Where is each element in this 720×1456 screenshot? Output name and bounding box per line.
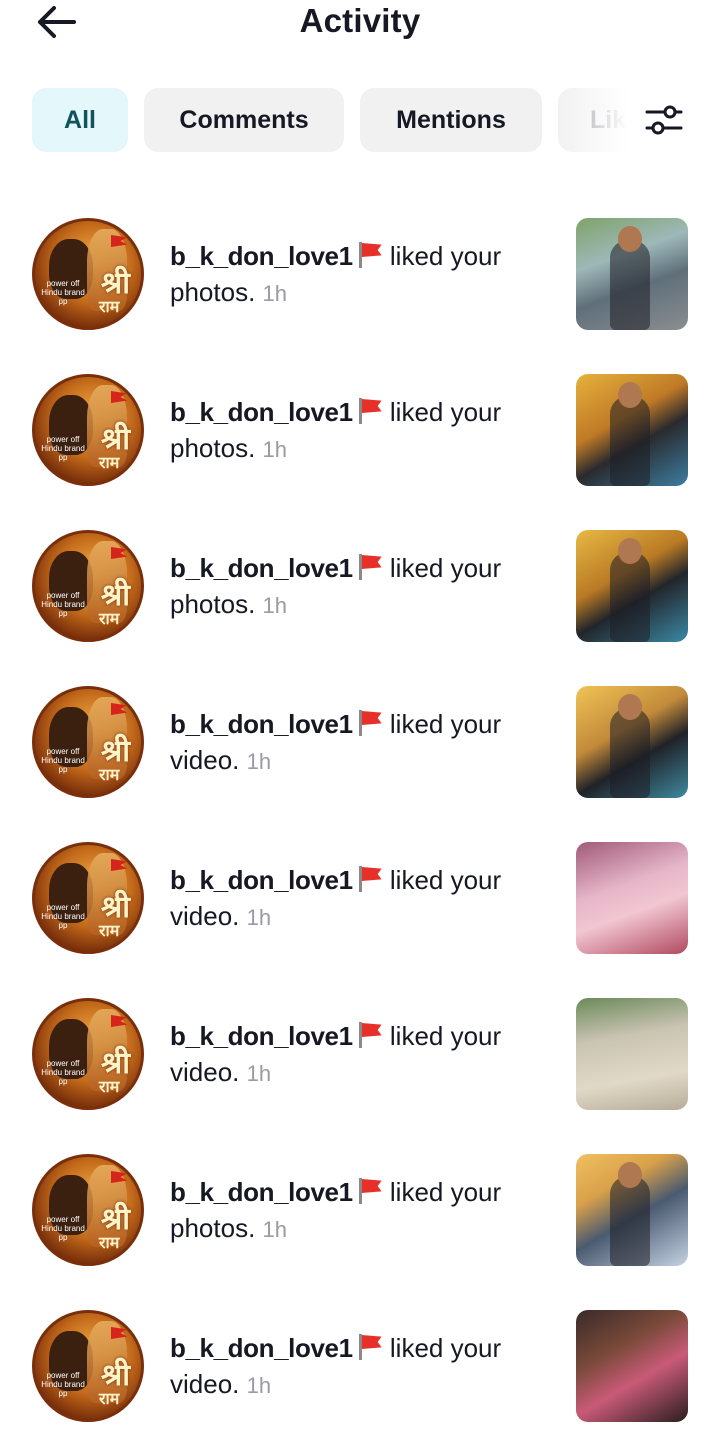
post-thumbnail[interactable] [576,842,688,954]
timestamp: 1h [262,1217,288,1242]
list-item[interactable]: power off Hindu brand pp श्री राम b_k_do… [0,530,720,686]
username[interactable]: b_k_don_love1 [170,241,353,271]
avatar-glyph-sub: राम [99,1389,120,1408]
timestamp: 1h [246,749,272,774]
avatar-glyph-sub: राम [99,453,120,472]
username[interactable]: b_k_don_love1 [170,553,353,583]
avatar-caption: power off Hindu brand pp [41,1215,85,1242]
post-thumbnail[interactable] [576,686,688,798]
action-text: liked your [389,1333,502,1363]
avatar-glyph-sub: राम [99,1233,120,1252]
avatar[interactable]: power off Hindu brand pp श्री राम [32,218,144,330]
avatar-caption: power off Hindu brand pp [41,1059,85,1086]
list-item[interactable]: power off Hindu brand pp श्री राम b_k_do… [0,374,720,530]
notification-text: b_k_don_love1 liked your photos. 1h [170,238,550,312]
avatar[interactable]: power off Hindu brand pp श्री राम [32,1154,144,1266]
tab-likes[interactable]: Like [558,88,632,152]
avatar-glyph-sub: राम [99,921,120,940]
red-flag-icon [355,396,383,424]
timestamp: 1h [262,593,288,618]
notification-text: b_k_don_love1 liked your photos. 1h [170,1174,550,1248]
filter-button[interactable] [640,98,688,142]
username[interactable]: b_k_don_love1 [170,1333,353,1363]
username[interactable]: b_k_don_love1 [170,865,353,895]
avatar[interactable]: power off Hindu brand pp श्री राम [32,374,144,486]
list-item[interactable]: power off Hindu brand pp श्री राम b_k_do… [0,842,720,998]
avatar-glyph-sub: राम [99,609,120,628]
notification-text: b_k_don_love1 liked your video. 1h [170,862,550,936]
avatar-caption: power off Hindu brand pp [41,279,85,306]
object-text: photos. [170,433,256,463]
timestamp: 1h [262,437,288,462]
red-flag-icon [355,552,383,580]
notification-list: power off Hindu brand pp श्री राम b_k_do… [0,218,720,1456]
list-item[interactable]: power off Hindu brand pp श्री राम b_k_do… [0,1154,720,1310]
avatar-glyph-sub: राम [99,765,120,784]
post-thumbnail[interactable] [576,1154,688,1266]
post-thumbnail[interactable] [576,374,688,486]
avatar-caption: power off Hindu brand pp [41,903,85,930]
action-text: liked your [389,1177,502,1207]
red-flag-icon [355,864,383,892]
page-title: Activity [299,2,421,39]
action-text: liked your [389,397,502,427]
object-text: photos. [170,277,256,307]
action-text: liked your [389,241,502,271]
list-item[interactable]: power off Hindu brand pp श्री राम b_k_do… [0,686,720,842]
username[interactable]: b_k_don_love1 [170,1021,353,1051]
notification-text: b_k_don_love1 liked your video. 1h [170,1018,550,1092]
red-flag-icon [355,708,383,736]
action-text: liked your [389,709,502,739]
avatar[interactable]: power off Hindu brand pp श्री राम [32,530,144,642]
avatar[interactable]: power off Hindu brand pp श्री राम [32,842,144,954]
filter-tabs: All Comments Mentions Like [32,88,632,152]
object-text: video. [170,1057,240,1087]
username[interactable]: b_k_don_love1 [170,397,353,427]
tab-comments[interactable]: Comments [144,88,344,152]
notification-text: b_k_don_love1 liked your photos. 1h [170,394,550,468]
red-flag-icon [355,1020,383,1048]
username[interactable]: b_k_don_love1 [170,1177,353,1207]
action-text: liked your [389,865,502,895]
avatar[interactable]: power off Hindu brand pp श्री राम [32,686,144,798]
tab-mentions[interactable]: Mentions [360,88,542,152]
list-item[interactable]: power off Hindu brand pp श्री राम b_k_do… [0,218,720,374]
object-text: photos. [170,589,256,619]
timestamp: 1h [262,281,288,306]
avatar[interactable]: power off Hindu brand pp श्री राम [32,998,144,1110]
post-thumbnail[interactable] [576,530,688,642]
tab-all[interactable]: All [32,88,128,152]
notification-text: b_k_don_love1 liked your video. 1h [170,706,550,780]
object-text: photos. [170,1213,256,1243]
object-text: video. [170,745,240,775]
avatar-caption: power off Hindu brand pp [41,1371,85,1398]
red-flag-icon [355,1176,383,1204]
avatar-glyph-sub: राम [99,297,120,316]
post-thumbnail[interactable] [576,1310,688,1422]
red-flag-icon [355,1332,383,1360]
header: Activity [0,0,720,48]
list-item[interactable]: power off Hindu brand pp श्री राम b_k_do… [0,998,720,1154]
avatar-caption: power off Hindu brand pp [41,435,85,462]
avatar[interactable]: power off Hindu brand pp श्री राम [32,1310,144,1422]
object-text: video. [170,1369,240,1399]
timestamp: 1h [246,1061,272,1086]
action-text: liked your [389,553,502,583]
timestamp: 1h [246,1373,272,1398]
object-text: video. [170,901,240,931]
notification-text: b_k_don_love1 liked your video. 1h [170,1330,550,1404]
post-thumbnail[interactable] [576,218,688,330]
sliders-filter-icon [645,105,683,135]
timestamp: 1h [246,905,272,930]
avatar-caption: power off Hindu brand pp [41,747,85,774]
avatar-caption: power off Hindu brand pp [41,591,85,618]
notification-text: b_k_don_love1 liked your photos. 1h [170,550,550,624]
post-thumbnail[interactable] [576,998,688,1110]
avatar-glyph-sub: राम [99,1077,120,1096]
username[interactable]: b_k_don_love1 [170,709,353,739]
red-flag-icon [355,240,383,268]
action-text: liked your [389,1021,502,1051]
list-item[interactable]: power off Hindu brand pp श्री राम b_k_do… [0,1310,720,1456]
